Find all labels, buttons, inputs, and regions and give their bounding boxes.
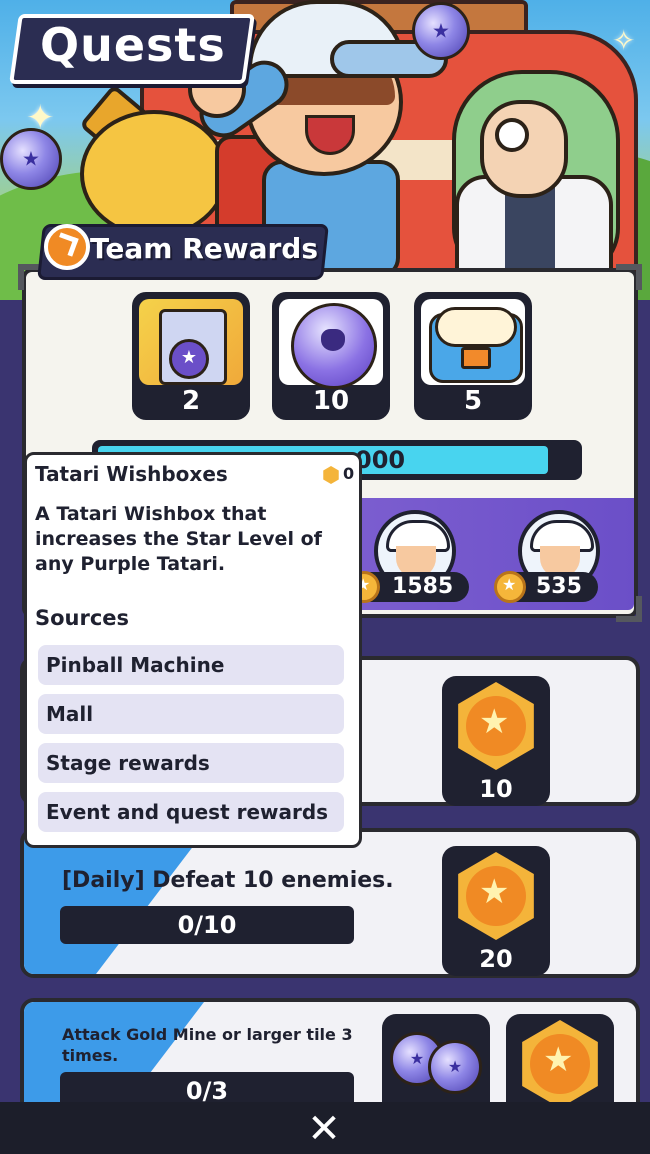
player-score-value: 535 [536,574,582,599]
orb-icon: ★ [428,1040,482,1094]
reward-card-lunchbox[interactable]: 5 [414,292,532,420]
tooltip-owned-count: 0 [343,464,355,483]
capsule-icon [279,299,383,389]
quest-title: [Daily] Defeat 10 enemies. [62,868,394,893]
reward-count: 5 [463,386,483,416]
source-item[interactable]: Pinball Machine [38,645,344,685]
quest-reward-badge[interactable]: 20 [442,846,550,976]
refresh-icon [44,224,90,270]
team-progress-text: 000 [355,446,406,474]
reward-amount: 10 [479,775,513,803]
scientist-face [480,100,568,198]
panel-corner [616,264,642,290]
source-item[interactable]: Stage rewards [38,743,344,783]
quest-accent [24,832,204,974]
quest-title: Attack Gold Mine or larger tile 3 times. [62,1025,353,1065]
source-item[interactable]: Mall [38,694,344,734]
team-rewards-label: Team Rewards [90,232,319,265]
quest-progress: 0/10 [60,906,354,944]
reward-card-wishbox[interactable]: ★ 2 [132,292,250,420]
close-icon[interactable]: ✕ [300,1106,348,1152]
sparkle-icon: ✧ [612,24,636,57]
sparkle-icon: ✦ [26,98,55,138]
player-score-value: 1585 [392,574,454,599]
reward-card-capsule[interactable]: 10 [272,292,390,420]
tooltip-sources-label: Sources [35,606,130,630]
orb-icon: ★ [412,2,470,60]
tooltip-title: Tatari Wishboxes [35,462,228,486]
reward-count: 10 [312,386,350,416]
page-title: Quests [40,18,226,72]
lunchbox-icon [421,299,525,385]
star-coin-icon [494,571,526,603]
quest-reward-badge[interactable]: 10 [442,676,550,806]
scientist-glasses [495,118,529,152]
wishbox-icon: ★ [139,299,243,385]
tooltip-description: A Tatari Wishbox that increases the Star… [35,503,322,575]
reward-amount: 20 [479,945,513,973]
reward-count: 2 [181,386,201,416]
source-item[interactable]: Event and quest rewards [38,792,344,832]
